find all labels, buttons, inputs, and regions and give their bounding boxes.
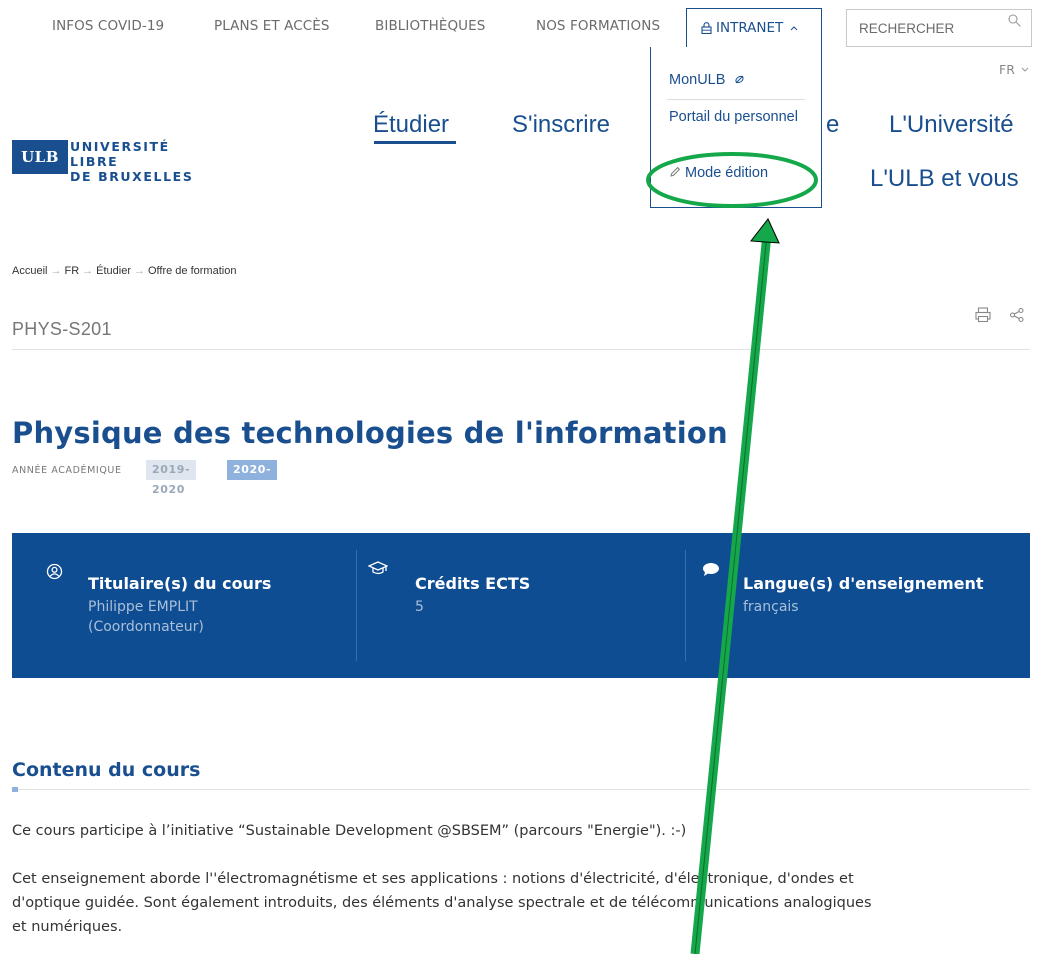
breadcrumb-etudier[interactable]: Étudier bbox=[96, 265, 131, 277]
main-nav-etudier[interactable]: Étudier bbox=[373, 111, 449, 139]
main-nav-sinscrire[interactable]: S'inscrire bbox=[512, 111, 610, 139]
main-nav-luniversite[interactable]: L'Université bbox=[889, 111, 1014, 139]
user-icon bbox=[46, 563, 63, 580]
titulaires-name[interactable]: Philippe EMPLIT bbox=[88, 597, 198, 617]
intranet-label-text: INTRANET bbox=[716, 20, 784, 36]
pencil-icon bbox=[670, 166, 681, 177]
year-chip-2019-2020[interactable]: 2019-2020 bbox=[146, 460, 197, 496]
chevron-up-icon bbox=[790, 26, 797, 31]
menu-item-mode-edition-label: Mode édition bbox=[685, 165, 769, 181]
contenu-paragraph-1: Ce cours participe à l’initiative “Susta… bbox=[12, 823, 687, 839]
divider bbox=[12, 349, 1030, 350]
search-input[interactable] bbox=[847, 10, 997, 46]
share-button[interactable] bbox=[1008, 306, 1026, 328]
language-switcher[interactable]: FR bbox=[999, 62, 1029, 77]
contenu-paragraph-2-line-2: d'optique guidée. Sont également introdu… bbox=[12, 895, 872, 911]
language-label: FR bbox=[999, 62, 1015, 77]
contenu-paragraph-2-line-3: et numériques. bbox=[12, 919, 123, 935]
breadcrumb-separator: → bbox=[134, 265, 145, 277]
contenu-paragraph-2-line-1: Cet enseignement aborde l''électromagnét… bbox=[12, 871, 854, 887]
print-icon bbox=[975, 307, 991, 323]
share-icon bbox=[1009, 307, 1024, 323]
intranet-label: INTRANET bbox=[701, 20, 802, 36]
year-chip-2020-2021[interactable]: 2020-2021 bbox=[227, 460, 278, 496]
section-title-contenu: Contenu du cours bbox=[12, 759, 201, 781]
nav-link-infos-covid[interactable]: INFOS COVID-19 bbox=[52, 18, 164, 34]
logo-mark: ULB bbox=[12, 140, 68, 174]
page-title: Physique des technologies de l'informati… bbox=[12, 416, 728, 450]
nav-link-nos-formations[interactable]: NOS FORMATIONS bbox=[536, 18, 660, 34]
menu-item-mode-edition[interactable]: Mode édition bbox=[669, 165, 768, 182]
credits-value: 5 bbox=[415, 599, 424, 615]
logo-line-3: DE BRUXELLES bbox=[70, 169, 194, 184]
academic-year-label: ANNÉE ACADÉMIQUE bbox=[12, 465, 122, 476]
external-link-icon bbox=[735, 75, 745, 84]
langues-value: français bbox=[743, 599, 799, 615]
main-nav-lulb-et-vous[interactable]: L'ULB et vous bbox=[870, 165, 1019, 193]
titulaires-title: Titulaire(s) du cours bbox=[88, 574, 272, 593]
search-icon[interactable] bbox=[1007, 13, 1023, 29]
menu-item-monulb[interactable]: MonULB bbox=[669, 72, 745, 89]
section-marker bbox=[12, 787, 18, 792]
chevron-down-icon bbox=[1021, 67, 1029, 72]
logo-line-1: UNIVERSITÉ bbox=[70, 139, 170, 154]
breadcrumb: Accueil → FR → Étudier → Offre de formation bbox=[12, 265, 236, 277]
nav-link-bibliotheques[interactable]: BIBLIOTHÈQUES bbox=[375, 18, 485, 34]
logo-line-2: LIBRE bbox=[70, 154, 119, 169]
menu-item-portail-personnel[interactable]: Portail du personnel bbox=[669, 109, 799, 126]
credits-title: Crédits ECTS bbox=[415, 574, 531, 593]
banner-divider bbox=[685, 550, 686, 661]
menu-separator bbox=[667, 99, 805, 100]
breadcrumb-fr[interactable]: FR bbox=[64, 265, 79, 277]
intranet-menu-toggle[interactable]: INTRANET bbox=[686, 8, 822, 48]
main-nav-partial[interactable]: e bbox=[826, 111, 839, 139]
course-code: PHYS-S201 bbox=[12, 319, 112, 339]
graduation-cap-icon bbox=[368, 561, 388, 575]
active-nav-underline bbox=[374, 141, 456, 144]
breadcrumb-accueil[interactable]: Accueil bbox=[12, 265, 47, 277]
section-divider bbox=[12, 789, 1030, 790]
course-info-banner: Titulaire(s) du cours Philippe EMPLIT (C… bbox=[12, 533, 1030, 678]
pointer-arrow-head bbox=[750, 218, 780, 244]
search-box bbox=[846, 9, 1032, 47]
lock-icon bbox=[701, 22, 712, 35]
nav-link-plans-acces[interactable]: PLANS ET ACCÈS bbox=[214, 18, 330, 34]
breadcrumb-separator: → bbox=[50, 265, 62, 277]
breadcrumb-separator: → bbox=[82, 265, 94, 277]
breadcrumb-offre-formation[interactable]: Offre de formation bbox=[148, 265, 236, 277]
langues-title: Langue(s) d'enseignement bbox=[743, 574, 984, 593]
print-button[interactable] bbox=[974, 306, 992, 328]
banner-divider bbox=[356, 550, 357, 661]
menu-item-monulb-label: MonULB bbox=[669, 72, 726, 88]
intranet-dropdown: MonULB Portail du personnel Mode édition bbox=[650, 47, 822, 208]
speech-bubble-icon bbox=[703, 563, 719, 576]
titulaires-role: (Coordonnateur) bbox=[88, 619, 204, 635]
